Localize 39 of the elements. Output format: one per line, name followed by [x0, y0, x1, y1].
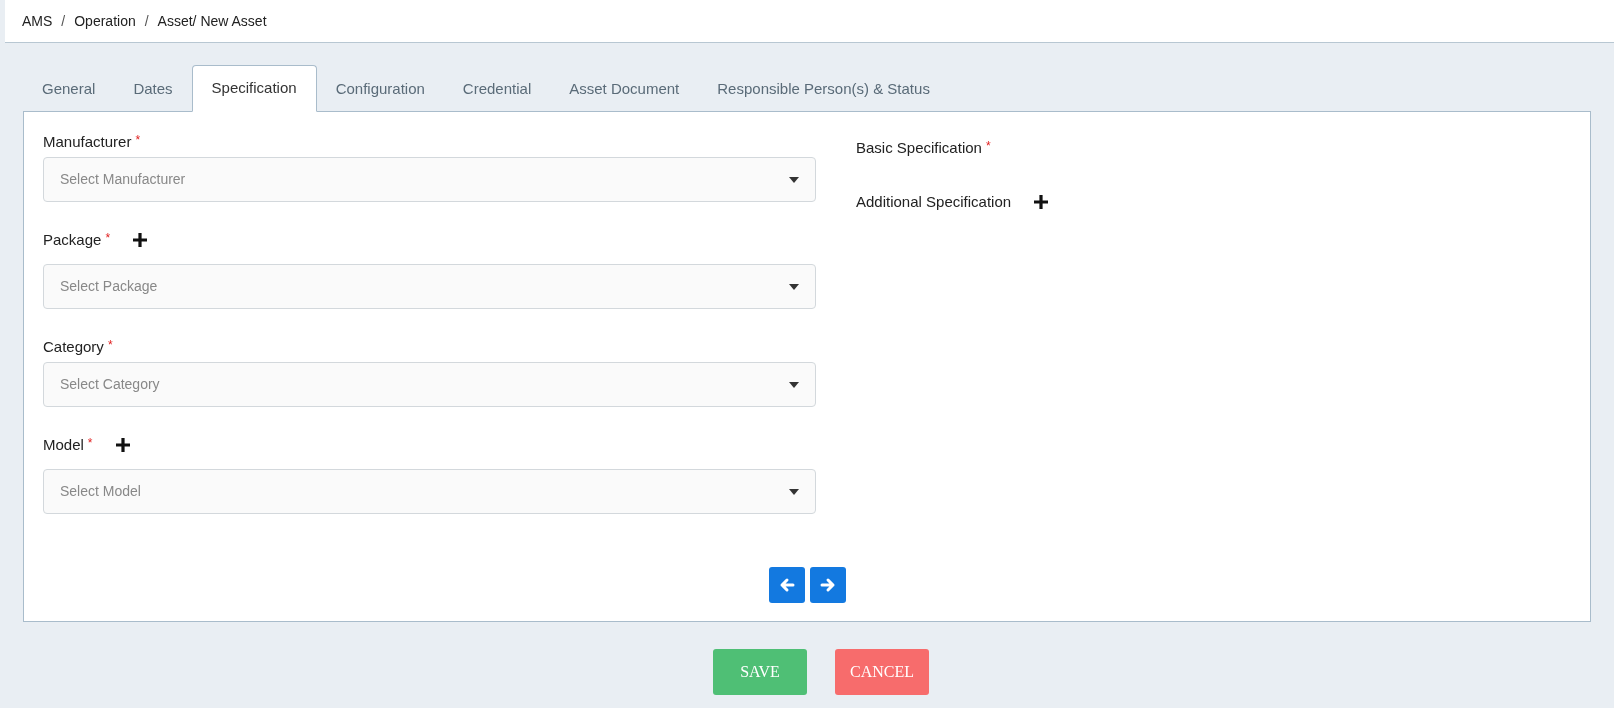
- field-label: Model: [43, 434, 84, 455]
- caret-icon: [789, 381, 799, 388]
- plus-icon[interactable]: [1033, 194, 1050, 210]
- tab[interactable]: Credential: [443, 67, 551, 112]
- required-mark: *: [135, 132, 141, 149]
- field-label: Additional Specification: [856, 191, 1012, 212]
- cancel-button[interactable]: CANCEL: [835, 649, 929, 695]
- breadcrumb-item: Asset/ New Asset: [157, 11, 267, 31]
- select-field[interactable]: Select Category: [43, 362, 816, 407]
- breadcrumb-separator: /: [144, 11, 149, 31]
- tab[interactable]: Asset Document: [550, 67, 699, 112]
- breadcrumb-item[interactable]: Operation: [74, 10, 136, 32]
- required-mark: *: [105, 230, 111, 247]
- field-label: Package: [43, 229, 102, 250]
- caret-icon: [789, 283, 799, 290]
- breadcrumb-separator: /: [61, 11, 66, 31]
- plus-icon[interactable]: [132, 232, 149, 248]
- arrow-left-icon: [778, 577, 795, 593]
- field-label: Basic Specification: [856, 137, 982, 158]
- select-field[interactable]: Select Manufacturer: [43, 157, 816, 202]
- select-field[interactable]: Select Package: [43, 264, 816, 309]
- required-mark: *: [985, 138, 991, 155]
- field-label: Category: [43, 336, 104, 357]
- next-button[interactable]: [809, 567, 846, 603]
- select-field[interactable]: Select Model: [43, 469, 816, 514]
- arrow-right-icon: [819, 577, 836, 593]
- caret-icon: [789, 176, 799, 183]
- tab[interactable]: Configuration: [316, 67, 444, 112]
- plus-icon[interactable]: [114, 437, 131, 453]
- breadcrumb-item[interactable]: AMS: [22, 10, 53, 32]
- tab[interactable]: Dates: [114, 67, 192, 112]
- tab[interactable]: Responsible Person(s) & Status: [698, 67, 949, 112]
- tab[interactable]: Specification: [191, 65, 317, 112]
- field-label: Manufacturer: [43, 131, 132, 152]
- previous-button[interactable]: [768, 567, 805, 603]
- required-mark: *: [87, 435, 93, 452]
- tab[interactable]: General: [23, 67, 115, 112]
- caret-icon: [789, 488, 799, 495]
- required-mark: *: [107, 337, 113, 354]
